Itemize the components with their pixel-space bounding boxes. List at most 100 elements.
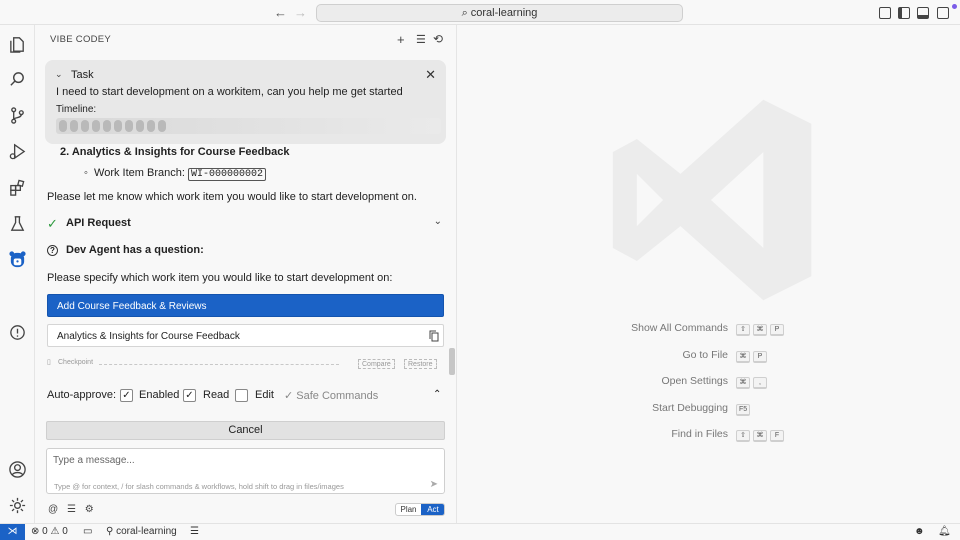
timeline-step[interactable]: [59, 120, 67, 132]
send-icon[interactable]: ➤: [430, 479, 438, 490]
extensions-icon[interactable]: [8, 178, 27, 197]
timeline-step[interactable]: [70, 120, 78, 132]
safe-commands-label: ✓ Safe Commands: [284, 390, 379, 402]
shortcut-label[interactable]: Show All Commands: [631, 322, 728, 334]
editor-area: Show All Commands ⇧ ⌘ P Go to File ⌘ P Open Set…: [458, 25, 960, 523]
read-checkbox[interactable]: ✓: [183, 389, 196, 402]
chevron-down-icon[interactable]: ⌄: [434, 216, 442, 227]
option-button-add-course-feedback[interactable]: Add Course Feedback & Reviews: [47, 294, 444, 317]
command-center-search[interactable]: ⌕ coral-learning: [316, 4, 683, 22]
testing-flask-icon[interactable]: [8, 214, 27, 233]
timeline-step[interactable]: [103, 120, 111, 132]
timeline-step[interactable]: [114, 120, 122, 132]
search-icon: ⌕: [461, 7, 468, 19]
timeline-bar: [56, 118, 441, 134]
forward-arrow-icon[interactable]: →: [294, 5, 307, 20]
shortcut-row[interactable]: Show All Commands ⇧ ⌘ P: [458, 322, 960, 336]
shortcut-label[interactable]: Find in Files: [671, 428, 728, 440]
bullet-dot: ◦: [84, 167, 88, 179]
list-icon[interactable]: ☰: [67, 504, 76, 515]
question-label: Dev Agent has a question:: [66, 244, 204, 256]
branch-bullet: ◦ Work Item Branch: WI-000000002: [84, 167, 266, 181]
menu-icon[interactable]: ☰: [190, 526, 199, 537]
toggle-primary-sidebar-icon[interactable]: [898, 7, 910, 19]
enabled-label: Enabled: [139, 389, 180, 401]
bottom-toolbar: @ ☰ ⚙: [48, 504, 94, 515]
shortcut-label[interactable]: Open Settings: [661, 375, 728, 387]
shortcut-row[interactable]: Find in Files ⇧ ⌘ F: [458, 428, 960, 442]
close-icon[interactable]: ✕: [425, 67, 436, 83]
source-control-icon[interactable]: [8, 106, 27, 125]
run-debug-icon[interactable]: [8, 142, 27, 161]
toggle-secondary-sidebar-icon[interactable]: [937, 7, 949, 19]
task-label: Task: [71, 69, 94, 81]
chevron-down-icon[interactable]: ⌄: [55, 69, 63, 80]
option-button-analytics[interactable]: Analytics & Insights for Course Feedback: [47, 324, 444, 347]
shortcut-row[interactable]: Go to File ⌘ P: [458, 349, 960, 363]
history-icon[interactable]: ⟲: [433, 32, 443, 46]
mention-at-icon[interactable]: @: [48, 504, 58, 515]
copy-icon[interactable]: [429, 330, 439, 342]
copilot-icon[interactable]: ☻: [914, 526, 925, 537]
compare-button[interactable]: Compare: [358, 359, 395, 369]
alert-icon[interactable]: [8, 323, 27, 342]
new-task-plus-icon[interactable]: +: [397, 32, 405, 47]
explorer-icon[interactable]: [8, 35, 27, 54]
restore-button[interactable]: Restore: [404, 359, 437, 369]
keycap: P: [753, 350, 767, 363]
title-bar: ← → ⌕ coral-learning: [0, 0, 960, 25]
database-icon[interactable]: ☰: [416, 33, 426, 46]
enabled-checkbox[interactable]: ✓: [120, 389, 133, 402]
server-icon[interactable]: ⚙: [85, 504, 94, 515]
task-text: I need to start development on a workite…: [56, 86, 403, 98]
search-icon[interactable]: [8, 70, 27, 89]
shortcut-row[interactable]: Open Settings ⌘,: [458, 375, 960, 389]
shortcut-keys: ⌘ P: [736, 349, 770, 363]
vibe-codey-bear-icon[interactable]: [8, 250, 27, 269]
checkpoint-divider: [99, 364, 339, 365]
bookmark-icon: ▯: [47, 359, 51, 366]
keycap: F: [770, 430, 784, 442]
prompt-text: Please let me know which work item you w…: [47, 191, 417, 203]
plan-mode-button[interactable]: Plan: [396, 504, 421, 515]
account-icon[interactable]: [8, 460, 27, 479]
keycap: ⌘: [753, 324, 767, 336]
shortcut-keys: ⇧ ⌘ P: [736, 322, 787, 336]
layout-icon[interactable]: ▭: [83, 526, 92, 537]
keycap: ⌘: [736, 350, 750, 363]
message-input[interactable]: [53, 455, 433, 466]
settings-gear-icon[interactable]: [8, 496, 27, 515]
timeline-step[interactable]: [125, 120, 133, 132]
search-text: coral-learning: [470, 7, 538, 19]
keycap: ,: [753, 377, 767, 389]
branch-indicator[interactable]: ⚲ coral-learning: [106, 526, 177, 537]
timeline-step[interactable]: [136, 120, 144, 132]
back-arrow-icon[interactable]: ←: [274, 5, 287, 20]
shortcut-label[interactable]: Start Debugging: [652, 402, 728, 414]
checkmark-icon: ✓: [47, 216, 58, 231]
remote-indicator-icon[interactable]: ⋊: [0, 524, 25, 540]
act-mode-button[interactable]: Act: [421, 504, 444, 515]
timeline-step[interactable]: [158, 120, 166, 132]
message-hint: Type @ for context, / for slash commands…: [54, 482, 344, 491]
shortcut-keys: F5: [736, 402, 753, 416]
timeline-step[interactable]: [147, 120, 155, 132]
chevron-up-icon[interactable]: ⌃: [433, 389, 441, 400]
shortcut-label[interactable]: Go to File: [682, 349, 728, 361]
plan-act-toggle[interactable]: Plan Act: [395, 503, 445, 516]
timeline-step[interactable]: [81, 120, 89, 132]
checkpoint-label: Checkpoint: [58, 359, 94, 366]
edit-checkbox[interactable]: [235, 389, 248, 402]
question-icon: ?: [47, 245, 58, 256]
shortcut-keys: ⇧ ⌘ F: [736, 428, 787, 442]
toggle-panel-icon[interactable]: [917, 7, 929, 19]
timeline-step[interactable]: [92, 120, 100, 132]
bell-icon[interactable]: 🔔︎: [938, 526, 951, 537]
branch-code: WI-000000002: [187, 168, 266, 181]
shortcut-keys: ⌘,: [736, 375, 770, 389]
cancel-button[interactable]: Cancel: [46, 421, 445, 440]
problems-indicator[interactable]: ⊗ 0 ⚠ 0: [31, 526, 68, 537]
layout-customize-icon[interactable]: [879, 7, 891, 19]
scrollbar-thumb[interactable]: [449, 348, 455, 375]
shortcut-row[interactable]: Start Debugging F5: [458, 402, 960, 416]
